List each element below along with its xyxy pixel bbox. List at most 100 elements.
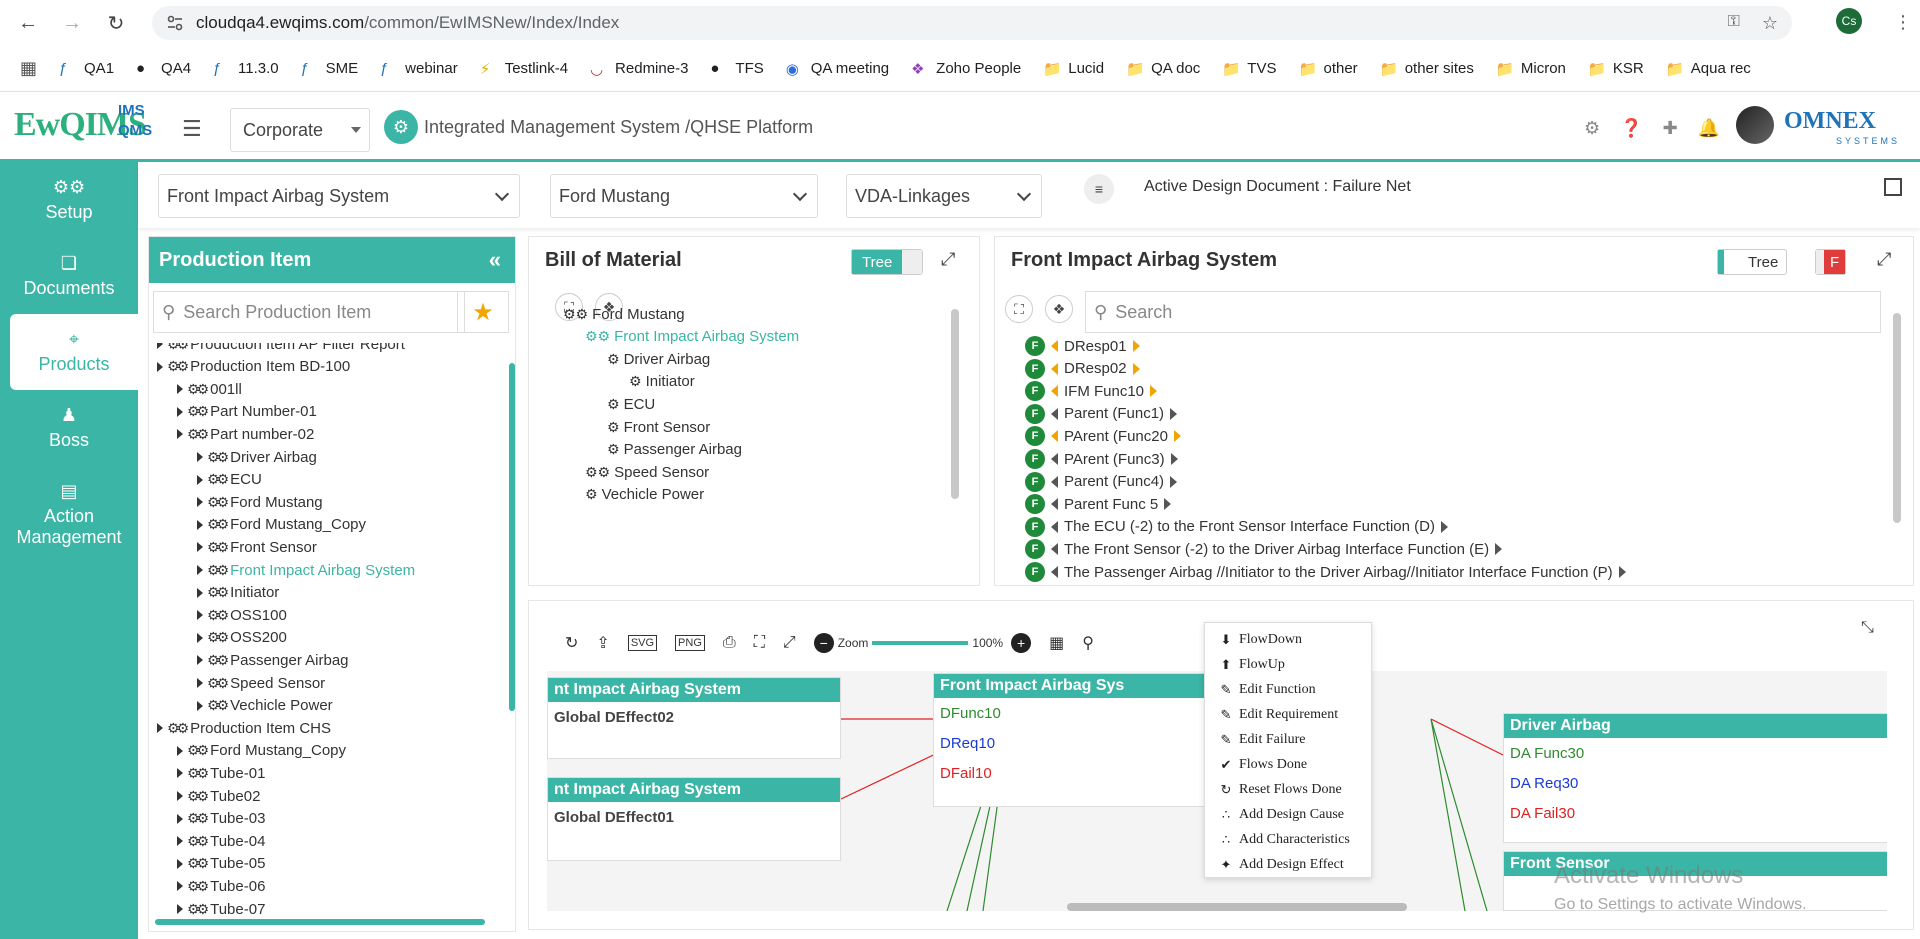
expand-arrow-icon[interactable]: [177, 836, 183, 847]
bookmark-item[interactable]: ƒ 11.3.0: [213, 60, 279, 78]
tree-item[interactable]: ⚙⚙ Initiator: [197, 582, 279, 604]
diagram-node[interactable]: Driver Airbag DA Func30 DA Req30 DA Fail…: [1503, 713, 1887, 843]
menu-icon[interactable]: ⋮: [1894, 12, 1912, 33]
arrow-right-icon[interactable]: [1170, 475, 1178, 488]
bookmark-folder[interactable]: 📁 Lucid: [1043, 60, 1104, 78]
png-export-icon[interactable]: PNG: [675, 635, 705, 651]
expand-arrow-icon[interactable]: [197, 565, 203, 575]
reload-icon[interactable]: ↻: [96, 3, 136, 43]
bookmark-item[interactable]: ⚡ Testlink-4: [480, 60, 568, 78]
layers-icon[interactable]: ≡: [1084, 174, 1114, 204]
tree-item[interactable]: ⚙⚙ Vechicle Power: [197, 695, 333, 717]
nav-action-management[interactable]: ▤ Action Management: [0, 466, 138, 562]
tree-item[interactable]: ⚙⚙ Driver Airbag: [197, 446, 317, 468]
expand-arrow-icon[interactable]: [157, 723, 163, 734]
zoom-slider[interactable]: [872, 641, 969, 645]
bookmark-item[interactable]: ❖ Zoho People: [911, 60, 1021, 78]
expand-arrow-icon[interactable]: [177, 768, 183, 779]
nav-documents[interactable]: ❏ Documents: [0, 238, 138, 314]
bookmark-folder[interactable]: 📁 QA doc: [1126, 60, 1200, 78]
key-icon[interactable]: ⚿: [1728, 13, 1740, 34]
arrow-right-icon[interactable]: [1132, 340, 1140, 352]
tree-item[interactable]: ⚙⚙ Front Sensor: [197, 536, 317, 558]
arrow-left-icon[interactable]: [1051, 340, 1058, 352]
diagram-node[interactable]: nt Impact Airbag System Global DEffect01: [547, 777, 841, 861]
arrow-right-icon[interactable]: [1132, 362, 1140, 375]
context-menu-item[interactable]: ⬇ FlowDown: [1205, 627, 1371, 652]
expand-arrow-icon[interactable]: [197, 655, 203, 666]
tree-item[interactable]: ⚙⚙ Ford Mustang_Copy: [177, 740, 346, 762]
nav-boss[interactable]: ♟ Boss: [0, 390, 138, 466]
tree-item[interactable]: ⚙⚙ Production Item BD-100: [157, 356, 350, 378]
tree-item[interactable]: ⚙⚙ Part Number-01: [177, 401, 317, 423]
arrow-left-icon[interactable]: [1051, 475, 1058, 488]
bookmark-item[interactable]: ● TFS: [710, 60, 763, 78]
arrow-left-icon[interactable]: [1051, 498, 1058, 511]
tree-item[interactable]: ⚙⚙ Front Impact Airbag System: [197, 559, 415, 581]
expand-arrow-icon[interactable]: [197, 519, 203, 530]
context-menu-item[interactable]: ✦ Add Design Effect: [1205, 852, 1371, 877]
address-bar[interactable]: cloudqa4.ewqims.com/common/EwIMSNew/Inde…: [152, 6, 1792, 40]
arrow-left-icon[interactable]: [1051, 385, 1058, 398]
tree-item[interactable]: ⚙⚙ OSS100: [197, 604, 287, 626]
bookmark-item[interactable]: ◉ QA meeting: [786, 60, 889, 78]
profile-avatar[interactable]: Cs: [1836, 8, 1862, 34]
tree-item[interactable]: ⚙⚙ Ford Mustang_Copy: [197, 514, 366, 536]
forward-icon[interactable]: →: [52, 3, 92, 43]
bom-item[interactable]: ⚙⚙ Ford Mustang: [563, 303, 685, 325]
arrow-left-icon[interactable]: [1051, 566, 1058, 578]
tree-item[interactable]: ⚙⚙ Tube-03: [177, 808, 265, 830]
nav-setup[interactable]: ⚙⚙ Setup: [0, 162, 138, 238]
arrow-left-icon[interactable]: [1051, 543, 1058, 556]
tree-item[interactable]: ⚙⚙ Production Item AP Filter Report: [157, 343, 405, 355]
expand-arrow-icon[interactable]: [177, 429, 183, 440]
tree-item[interactable]: ⚙⚙ Tube-07: [177, 898, 265, 920]
expand-arrow-icon[interactable]: [177, 791, 183, 801]
function-item[interactable]: F PArent (Func20: [1025, 425, 1181, 447]
site-info-icon[interactable]: [166, 14, 184, 32]
svg-export-icon[interactable]: SVG: [627, 635, 658, 651]
context-menu-item[interactable]: ↻ Reset Flows Done: [1205, 777, 1371, 802]
hamburger-menu-icon[interactable]: ☰: [182, 116, 202, 142]
expand-panel-icon[interactable]: ⤢: [941, 249, 955, 270]
org-select[interactable]: Corporate: [230, 108, 370, 152]
expand-arrow-icon[interactable]: [197, 587, 203, 598]
function-item[interactable]: F Parent (Func4): [1025, 471, 1178, 493]
arrow-right-icon[interactable]: [1150, 385, 1158, 398]
expand-arrow-icon[interactable]: [197, 610, 203, 621]
help-icon[interactable]: ❓: [1620, 118, 1642, 139]
context-menu-item[interactable]: ✎ Edit Requirement: [1205, 702, 1371, 727]
collapse-all-icon[interactable]: ❖: [1045, 295, 1073, 323]
bom-item[interactable]: ⚙ Initiator: [629, 371, 695, 393]
arrow-right-icon[interactable]: [1170, 407, 1178, 420]
system-select[interactable]: Front Impact Airbag System: [158, 174, 520, 218]
bookmark-folder[interactable]: 📁 Micron: [1496, 60, 1566, 78]
bom-scrollbar[interactable]: [951, 309, 959, 499]
bookmark-item[interactable]: ƒ QA1: [59, 60, 114, 78]
collapse-diagram-icon[interactable]: ⤡: [1861, 619, 1874, 637]
tree-item[interactable]: ⚙⚙ OSS200: [197, 627, 287, 649]
bom-item[interactable]: ⚙ Passenger Airbag: [607, 439, 742, 461]
bom-tree-toggle[interactable]: Tree: [851, 249, 924, 275]
expand-arrow-icon[interactable]: [177, 881, 183, 892]
expand-panel-icon[interactable]: ⤢: [1877, 249, 1891, 270]
tree-item[interactable]: ⚙⚙ Tube-05: [177, 853, 265, 875]
tree-item[interactable]: ⚙⚙ Ford Mustang: [197, 491, 323, 513]
favorite-star-icon[interactable]: ★: [457, 291, 509, 333]
diagram-node[interactable]: nt Impact Airbag System Global DEffect02: [547, 677, 841, 759]
user-avatar[interactable]: [1736, 106, 1774, 144]
back-icon[interactable]: ←: [8, 3, 48, 43]
production-search[interactable]: ⚲ Search Production Item: [153, 291, 465, 333]
context-menu-item[interactable]: ⬆ FlowUp: [1205, 652, 1371, 677]
function-item[interactable]: F IFM Func10: [1025, 380, 1158, 402]
expand-arrow-icon[interactable]: [197, 474, 203, 485]
arrow-left-icon[interactable]: [1051, 520, 1058, 533]
bell-icon[interactable]: 🔔: [1698, 118, 1720, 139]
zoom-in-icon[interactable]: +: [1011, 633, 1032, 653]
context-menu-item[interactable]: ∴ Add Characteristics: [1205, 827, 1371, 852]
expand-all-icon[interactable]: ⛶: [1005, 295, 1033, 323]
bookmark-item[interactable]: ƒ SME: [301, 60, 359, 78]
expand-arrow-icon[interactable]: [177, 745, 183, 756]
bom-item[interactable]: ⚙ Vechicle Power: [585, 484, 704, 506]
bookmark-star-icon[interactable]: ☆: [1762, 13, 1778, 34]
